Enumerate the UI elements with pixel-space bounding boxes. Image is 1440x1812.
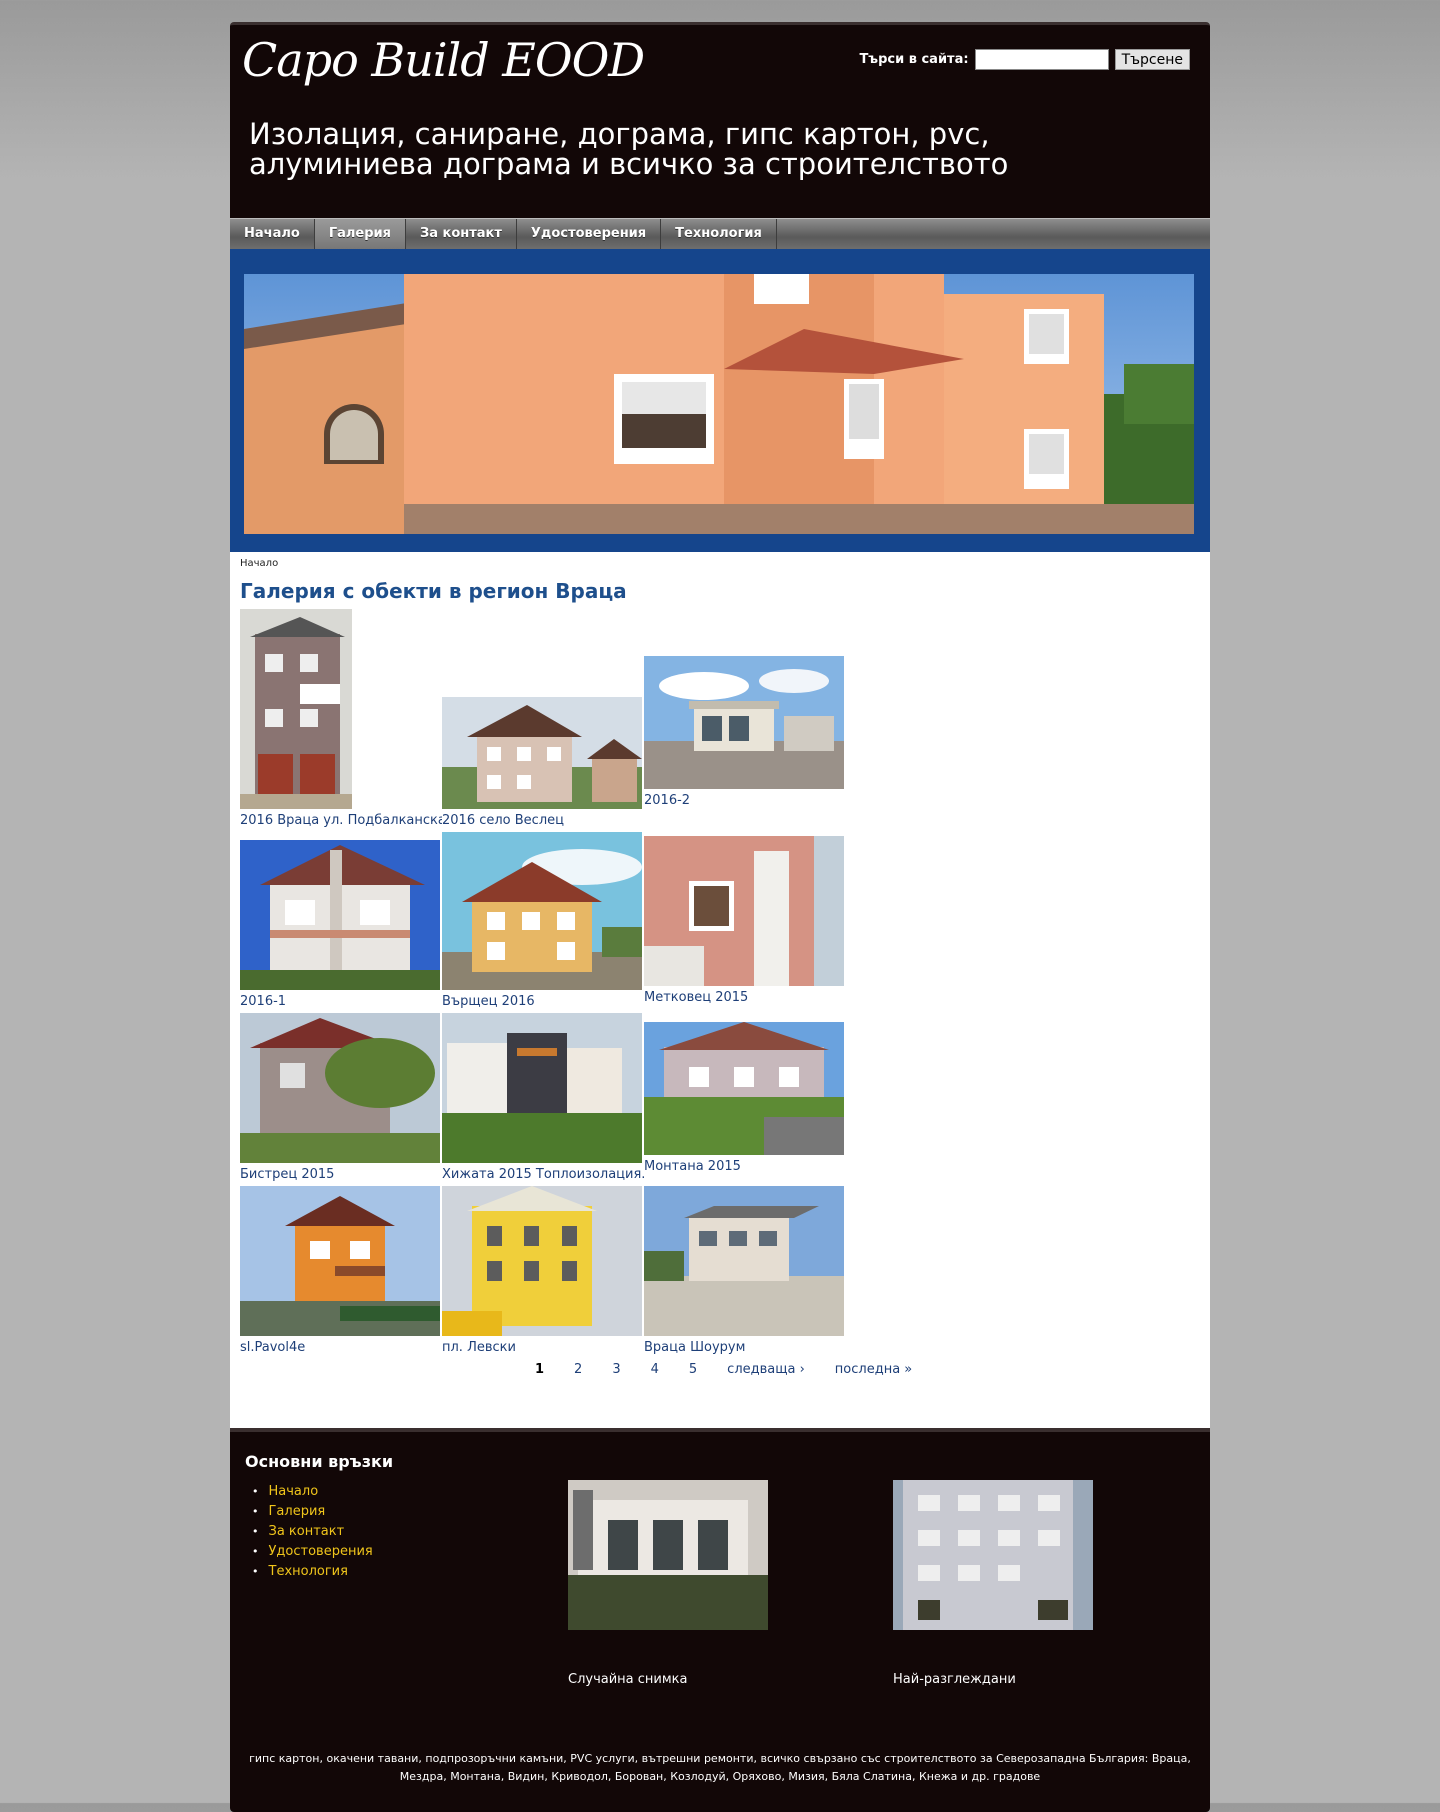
gallery-item[interactable]: 2016 село Веслец [442, 697, 644, 828]
gallery-caption[interactable]: 2016 Враца ул. Подбалканска [240, 813, 442, 828]
house-photo-icon[interactable] [644, 656, 844, 789]
page-title: Галерия с обекти в регион Враца [240, 579, 627, 603]
footer-link-contact[interactable]: За контакт [252, 1522, 373, 1542]
gallery-caption[interactable]: sl.Pavol4e [240, 1340, 442, 1355]
footer-link-technology[interactable]: Технология [252, 1562, 373, 1582]
nav-item-technology[interactable]: Технология [661, 219, 777, 249]
site-footer: Основни връзки Начало Галерия За контакт… [230, 1428, 1210, 1812]
gallery-caption[interactable]: 2016-2 [644, 793, 846, 808]
house-photo-icon[interactable] [442, 1013, 642, 1163]
site-header: Capo Build EOOD Търси в сайта: Търсене И… [230, 22, 1210, 218]
site-logo-text[interactable]: Capo Build EOOD [242, 33, 645, 87]
house-photo-icon[interactable] [644, 1186, 844, 1336]
nav-item-gallery[interactable]: Галерия [314, 219, 406, 249]
house-photo-icon[interactable] [240, 840, 440, 990]
footer-links: Начало Галерия За контакт Удостоверения … [252, 1482, 373, 1582]
house-photo-icon[interactable] [240, 609, 352, 809]
banner-frame [230, 249, 1210, 552]
breadcrumb[interactable]: Начало [240, 558, 1200, 569]
most-viewed-image[interactable] [893, 1480, 1093, 1634]
gallery-item[interactable]: Бистрец 2015 [240, 1013, 442, 1182]
pager-page[interactable]: 5 [689, 1362, 697, 1377]
pager-next[interactable]: следваща › [727, 1362, 805, 1377]
gallery-caption[interactable]: 2016 село Веслец [442, 813, 644, 828]
random-photo-image[interactable] [568, 1480, 768, 1634]
main-content: Начало Галерия с обекти в регион Враца 2… [230, 552, 1210, 1428]
gallery-row: Бистрец 2015 Хижата 2015 Топлоизолация..… [240, 1013, 1200, 1182]
pager: 1 2 3 4 5 следваща › последна » [535, 1362, 942, 1377]
gallery-item[interactable]: Хижата 2015 Топлоизолация... [442, 1013, 644, 1182]
search-label: Търси в сайта: [859, 52, 969, 67]
house-photo-icon[interactable] [240, 1186, 440, 1336]
search-button[interactable]: Търсене [1114, 49, 1190, 70]
house-photo-icon[interactable] [644, 836, 844, 986]
nav-item-home[interactable]: Начало [230, 219, 315, 249]
gallery-caption[interactable]: Бистрец 2015 [240, 1167, 442, 1182]
main-nav: Начало Галерия За контакт Удостоверения … [230, 218, 1210, 249]
search-input[interactable] [974, 49, 1109, 70]
footer-title: Основни връзки [245, 1452, 394, 1471]
house-photo-icon[interactable] [442, 832, 642, 990]
footer-link-certificates[interactable]: Удостоверения [252, 1542, 373, 1562]
gallery-caption[interactable]: Хижата 2015 Топлоизолация... [442, 1167, 644, 1182]
nav-item-contact[interactable]: За контакт [406, 219, 517, 249]
gallery-item[interactable]: sl.Pavol4e [240, 1186, 442, 1355]
footer-link-home[interactable]: Начало [252, 1482, 373, 1502]
gallery-item[interactable]: Враца Шоурум [644, 1186, 846, 1355]
house-photo-icon[interactable] [442, 697, 642, 809]
gallery-caption[interactable]: 2016-1 [240, 994, 442, 1009]
gallery-caption[interactable]: Монтана 2015 [644, 1159, 846, 1174]
banner-image [244, 274, 1194, 534]
gallery-item[interactable]: Монтана 2015 [644, 1022, 846, 1174]
gallery-row: 2016-1 Върщец 2016 Метковец 2015 [240, 832, 1200, 1009]
pager-page[interactable]: 3 [612, 1362, 620, 1377]
gallery-item[interactable]: Върщец 2016 [442, 832, 644, 1009]
site-slogan: Изолация, саниране, дограма, гипс картон… [249, 117, 1009, 181]
gallery-item[interactable]: 2016-2 [644, 656, 846, 808]
footer-text: гипс картон, окачени тавани, подпрозоръч… [249, 1752, 1191, 1783]
house-photo-icon[interactable] [240, 1013, 440, 1163]
gallery-row: 2016 Враца ул. Подбалканска 2016 село Ве… [240, 609, 1200, 828]
footer-link-gallery[interactable]: Галерия [252, 1502, 373, 1522]
house-photo-icon[interactable] [644, 1022, 844, 1155]
page-container: Capo Build EOOD Търси в сайта: Търсене И… [230, 22, 1210, 1812]
gallery-caption[interactable]: Враца Шоурум [644, 1340, 846, 1355]
most-viewed-caption: Най-разглеждани [893, 1672, 1016, 1687]
nav-item-certificates[interactable]: Удостоверения [517, 219, 662, 249]
search-form: Търси в сайта: Търсене [859, 49, 1190, 70]
pager-last[interactable]: последна » [835, 1362, 912, 1377]
gallery-item[interactable]: пл. Левски [442, 1186, 644, 1355]
gallery-item[interactable]: Метковец 2015 [644, 836, 846, 1005]
random-photo-caption: Случайна снимка [568, 1672, 688, 1687]
pager-page[interactable]: 4 [651, 1362, 659, 1377]
pager-page-current: 1 [535, 1362, 545, 1377]
gallery-caption[interactable]: пл. Левски [442, 1340, 644, 1355]
house-photo-icon[interactable] [442, 1186, 642, 1336]
gallery-item[interactable]: 2016-1 [240, 840, 442, 1009]
gallery-caption[interactable]: Метковец 2015 [644, 990, 846, 1005]
pager-page[interactable]: 2 [574, 1362, 582, 1377]
gallery-item[interactable]: 2016 Враца ул. Подбалканска [240, 609, 442, 828]
gallery-row: sl.Pavol4e пл. Левски Враца Шоурум [240, 1186, 1200, 1355]
gallery-caption[interactable]: Върщец 2016 [442, 994, 644, 1009]
